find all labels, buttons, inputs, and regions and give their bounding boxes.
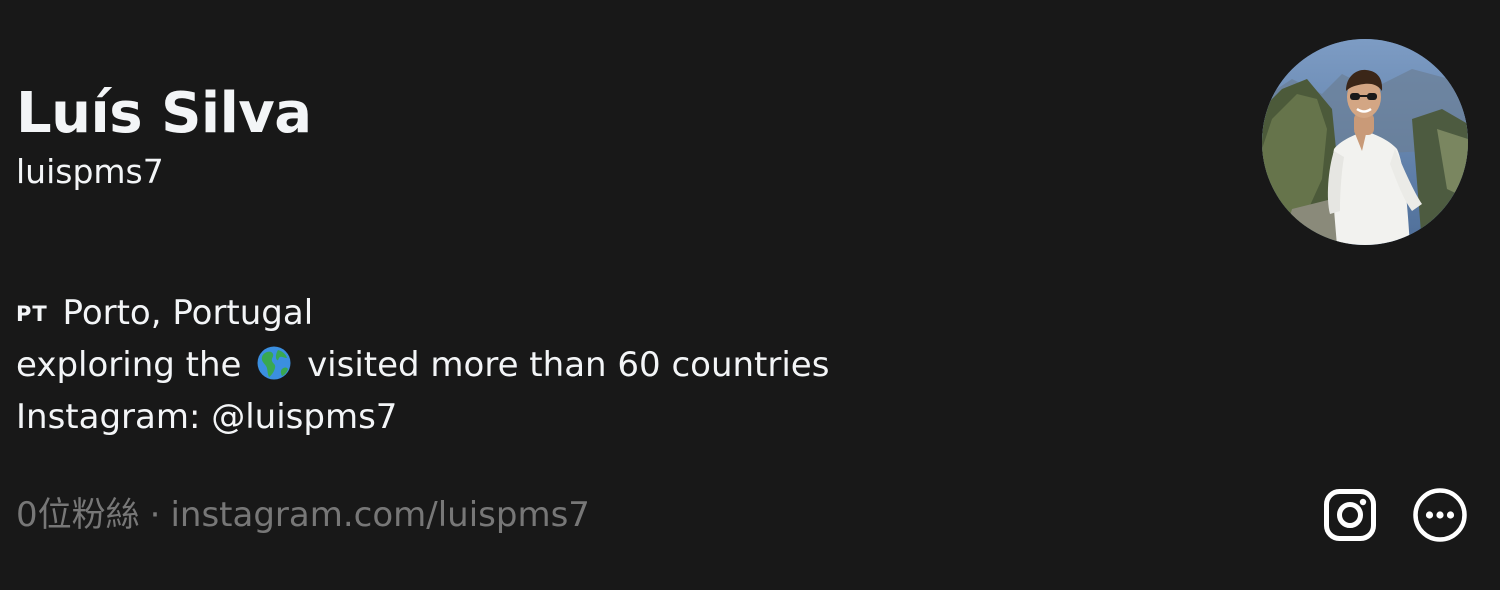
profile-name: Luís Silva — [16, 81, 312, 146]
bio-travel-prefix: exploring the — [16, 345, 242, 385]
more-options-icon — [1413, 488, 1467, 542]
meta-separator: · — [149, 495, 161, 535]
bio-travel-suffix: visited more than 60 countries — [307, 345, 830, 385]
bio-instagram-line: Instagram: @luispms7 — [16, 397, 398, 437]
avatar[interactable] — [1262, 39, 1468, 245]
bio-location-line: PT Porto, Portugal — [16, 287, 829, 339]
country-flag-code: PT — [16, 302, 48, 326]
bio-travel-line: exploring the visited more than 60 count… — [16, 339, 829, 391]
globe-americas-icon — [257, 346, 291, 380]
more-options-button[interactable] — [1412, 487, 1468, 543]
followers-count[interactable]: 0位粉絲 — [16, 495, 140, 535]
bio-location: Porto, Portugal — [62, 293, 314, 333]
instagram-button[interactable] — [1322, 487, 1378, 543]
profile-link[interactable]: instagram.com/luispms7 — [170, 495, 589, 535]
instagram-icon — [1324, 489, 1376, 541]
profile-actions — [1322, 487, 1468, 543]
avatar-photo — [1262, 39, 1468, 245]
profile-username: luispms7 — [16, 152, 164, 191]
profile-meta: 0位粉絲 · instagram.com/luispms7 — [16, 489, 590, 541]
profile-header: Luís Silva luispms7 PT Porto, Portugal e… — [0, 0, 1500, 590]
profile-bio: PT Porto, Portugal exploring the visited… — [16, 287, 829, 443]
